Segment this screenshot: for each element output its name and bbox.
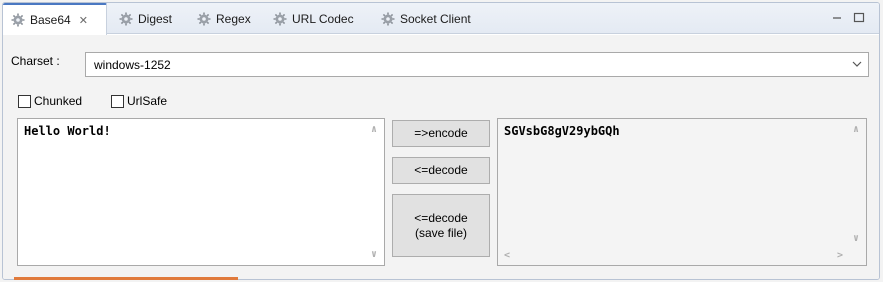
scroll-up-icon[interactable]: ∧ [371, 124, 377, 135]
tab-label: Base64 [30, 13, 71, 27]
gear-icon [119, 12, 133, 25]
gear-icon [273, 12, 287, 25]
gear-icon [197, 12, 211, 25]
vertical-scrollbar[interactable]: ∧ ∨ [367, 119, 384, 265]
tab-digest[interactable]: Digest [111, 3, 180, 34]
checkbox-box [111, 94, 124, 108]
decode-save-file-label: <=decode [414, 210, 468, 225]
minimize-icon[interactable] [831, 12, 843, 23]
input-textarea[interactable]: Hello World! ∧ ∨ [17, 118, 385, 266]
tab-url-codec[interactable]: URL Codec [265, 3, 362, 34]
chevron-down-icon [852, 61, 862, 67]
vertical-scrollbar[interactable]: ∧ ∨ [849, 119, 866, 248]
gear-icon [11, 13, 25, 27]
charset-select[interactable]: windows-1252 [85, 52, 869, 77]
tab-bar: Base64 ✕ Digest Regex URL Codec Socket C… [3, 3, 879, 35]
urlsafe-label: UrlSafe [127, 94, 168, 108]
tab-label: Regex [216, 11, 251, 26]
output-textarea[interactable]: SGVsbG8gV29ybGQh ∧ ∨ < > [497, 118, 867, 266]
scroll-up-icon[interactable]: ∧ [853, 124, 859, 135]
charset-value: windows-1252 [94, 57, 171, 72]
decode-button-label: <=decode [414, 163, 468, 177]
tab-label: URL Codec [292, 11, 354, 26]
horizontal-scrollbar[interactable]: < > [498, 248, 849, 265]
tab-base64[interactable]: Base64 ✕ [3, 3, 107, 35]
chunked-checkbox[interactable]: Chunked [18, 94, 82, 108]
chunked-label: Chunked [34, 94, 83, 108]
decode-button[interactable]: <=decode [392, 157, 490, 184]
tab-socket-client[interactable]: Socket Client [373, 3, 479, 34]
encode-button[interactable]: =>encode [392, 120, 490, 147]
encode-button-label: =>encode [414, 126, 468, 140]
tab-regex[interactable]: Regex [189, 3, 259, 34]
content-area: Charset : windows-1252 Chunked UrlSafe H… [3, 35, 879, 279]
scroll-right-icon[interactable]: > [837, 250, 843, 261]
maximize-icon[interactable] [853, 12, 865, 23]
scroll-down-icon[interactable]: ∨ [371, 249, 377, 260]
decode-save-file-button[interactable]: <=decode (save file) [392, 194, 490, 257]
tab-label: Digest [138, 11, 173, 26]
charset-label: Charset : [11, 54, 60, 68]
gear-icon [381, 12, 395, 25]
decode-save-file-sublabel: (save file) [414, 225, 467, 240]
base64-view: Base64 ✕ Digest Regex URL Codec Socket C… [2, 2, 880, 280]
checkbox-box [18, 94, 31, 108]
urlsafe-checkbox[interactable]: UrlSafe [111, 94, 167, 108]
tab-label: Socket Client [400, 11, 471, 26]
scroll-left-icon[interactable]: < [504, 250, 510, 261]
status-strip [14, 277, 238, 280]
output-text: SGVsbG8gV29ybGQh [504, 124, 620, 138]
close-icon[interactable]: ✕ [79, 14, 88, 27]
scroll-down-icon[interactable]: ∨ [853, 233, 859, 244]
input-text: Hello World! [24, 124, 111, 138]
